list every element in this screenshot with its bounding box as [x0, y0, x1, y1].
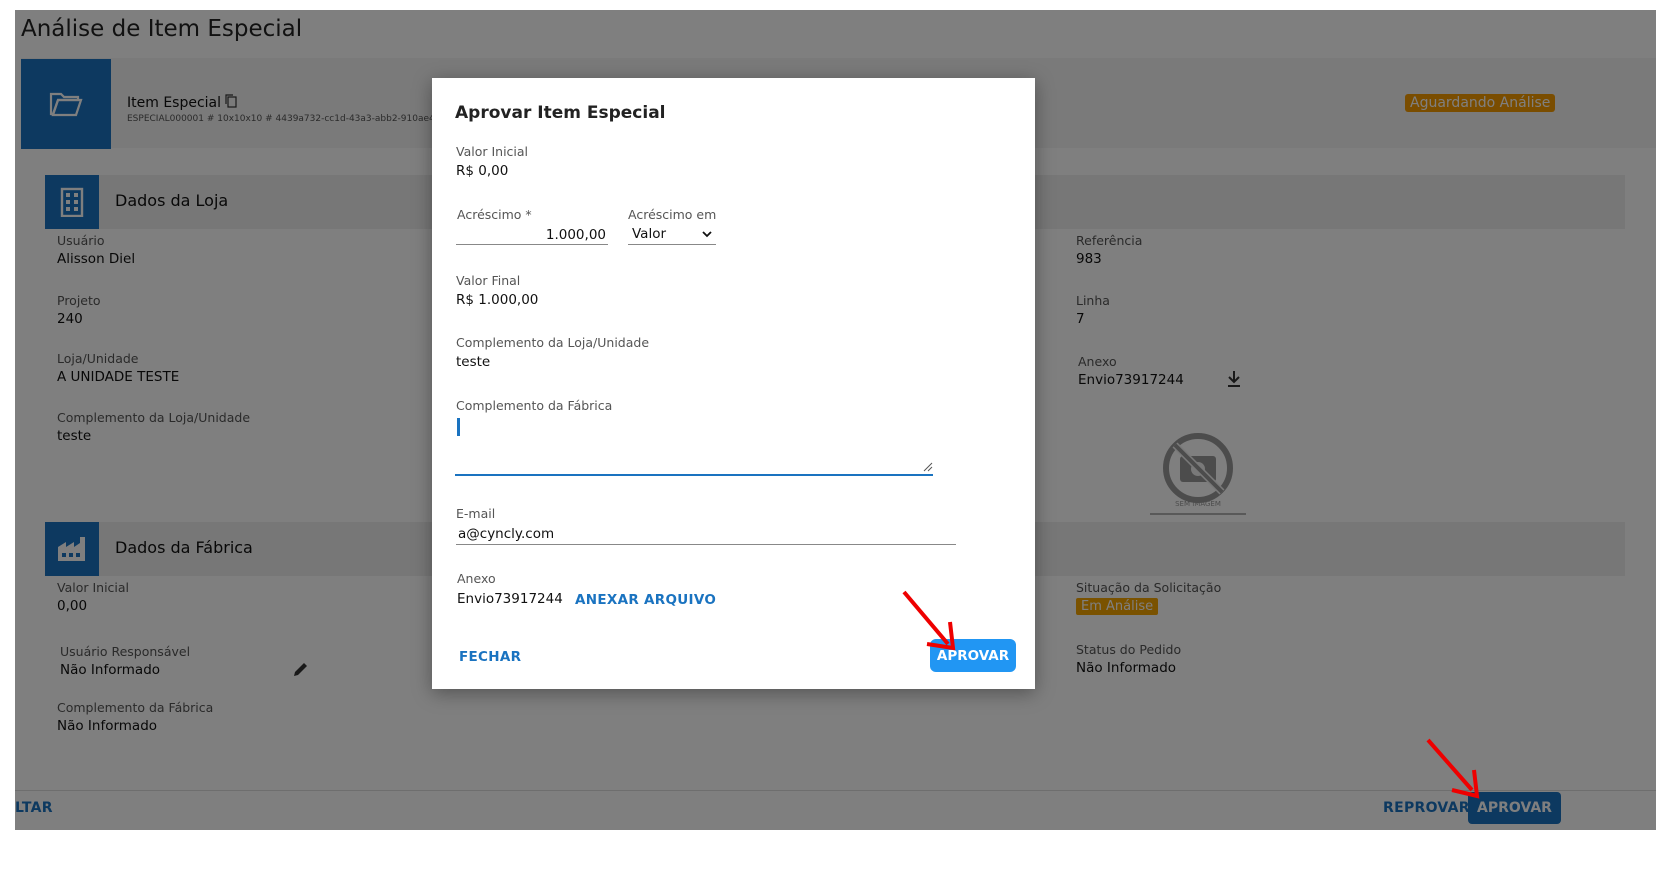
text-caret	[457, 418, 460, 436]
anexo-value: Envio73917244	[457, 591, 563, 607]
email-label: E-mail	[456, 506, 496, 521]
annotation-arrow-dialog	[902, 590, 956, 651]
acrescimo-input[interactable]	[456, 225, 608, 245]
dialog-title: Aprovar Item Especial	[455, 103, 666, 123]
complemento-loja-value: teste	[456, 354, 491, 370]
valor-final-label: Valor Final	[456, 273, 521, 288]
fechar-button[interactable]: FECHAR	[459, 649, 521, 665]
chevron-down-icon	[702, 226, 712, 242]
anexo-label: Anexo	[457, 571, 496, 586]
annotation-arrow-footer	[1426, 738, 1480, 799]
resize-handle-icon[interactable]	[923, 462, 933, 472]
valor-inicial-value: R$ 0,00	[456, 163, 509, 179]
acrescimo-label: Acréscimo *	[457, 207, 532, 222]
complemento-fabrica-textarea[interactable]	[455, 416, 933, 476]
email-input[interactable]	[456, 524, 956, 545]
valor-final-value: R$ 1.000,00	[456, 292, 539, 308]
complemento-fabrica-label: Complemento da Fábrica	[456, 398, 613, 413]
anexar-arquivo-button[interactable]: ANEXAR ARQUIVO	[575, 592, 716, 608]
acrescimo-em-select[interactable]: Valor	[628, 223, 716, 245]
acrescimo-em-label: Acréscimo em	[628, 207, 717, 222]
valor-inicial-label: Valor Inicial	[456, 144, 529, 159]
complemento-loja-label: Complemento da Loja/Unidade	[456, 335, 650, 350]
acrescimo-em-value: Valor	[632, 225, 667, 242]
